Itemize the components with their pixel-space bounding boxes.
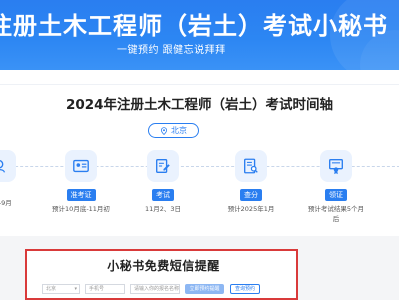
phone-input[interactable]: 手机号 <box>85 284 125 294</box>
step-tag: 准考证 <box>66 189 96 201</box>
timeline-title: 2024年注册土木工程师（岩土）考试时间轴 <box>65 97 334 113</box>
banner-title: 注册土木工程师（岩土）考试小秘书 <box>0 12 388 40</box>
step-desc: 11月2、3日 <box>144 205 182 213</box>
banner-subtitle: 一键预约 跟健忘说拜拜 <box>117 45 226 56</box>
name-placeholder: 请输入你的报名名称 <box>134 286 180 292</box>
timeline-step-admission: 准考证 预计10月底-11月初 <box>36 150 126 214</box>
reminder-form: 小秘书免费短信提醒 北京 ▾ 手机号 请输入你的报名名称 立即预约提醒 查询预约 <box>25 249 298 300</box>
pencil-paper-icon <box>147 150 179 182</box>
step-desc: 预计考试结果5个月后 <box>307 205 365 223</box>
timeline-step-score: 查分 预计2025年1月 <box>206 150 296 214</box>
timeline-step-certificate: 领证 预计考试结果5个月后 <box>291 150 381 224</box>
search-person-icon <box>0 150 16 182</box>
id-card-icon <box>65 150 97 182</box>
step-tag: 查分 <box>240 189 262 201</box>
region-value: 北京 <box>46 286 57 292</box>
phone-placeholder: 手机号 <box>89 286 105 292</box>
step-tag: 考试 <box>152 189 174 201</box>
location-label: 北京 <box>171 126 187 135</box>
document-search-icon <box>235 150 267 182</box>
location-selector[interactable]: 北京 <box>148 123 199 138</box>
query-reminder-button[interactable]: 查询预约 <box>230 284 260 294</box>
step-desc: 预计10月底-11月初 <box>52 205 110 213</box>
reminder-title: 小秘书免费短信提醒 <box>107 259 220 273</box>
header-banner: 注册土木工程师（岩土）考试小秘书 一键预约 跟健忘说拜拜 <box>0 0 399 70</box>
location-pin-icon <box>161 126 167 135</box>
chevron-down-icon: ▾ <box>74 286 77 292</box>
step-tag: 领证 <box>325 189 347 201</box>
submit-reminder-button[interactable]: 立即预约提醒 <box>185 284 224 294</box>
certificate-icon <box>320 150 352 182</box>
region-select[interactable]: 北京 ▾ <box>42 284 80 294</box>
timeline-step-exam: 考试 11月2、3日 <box>118 150 208 214</box>
name-input[interactable]: 请输入你的报名名称 <box>130 284 180 294</box>
step-desc: 预计2025年1月 <box>227 205 275 213</box>
